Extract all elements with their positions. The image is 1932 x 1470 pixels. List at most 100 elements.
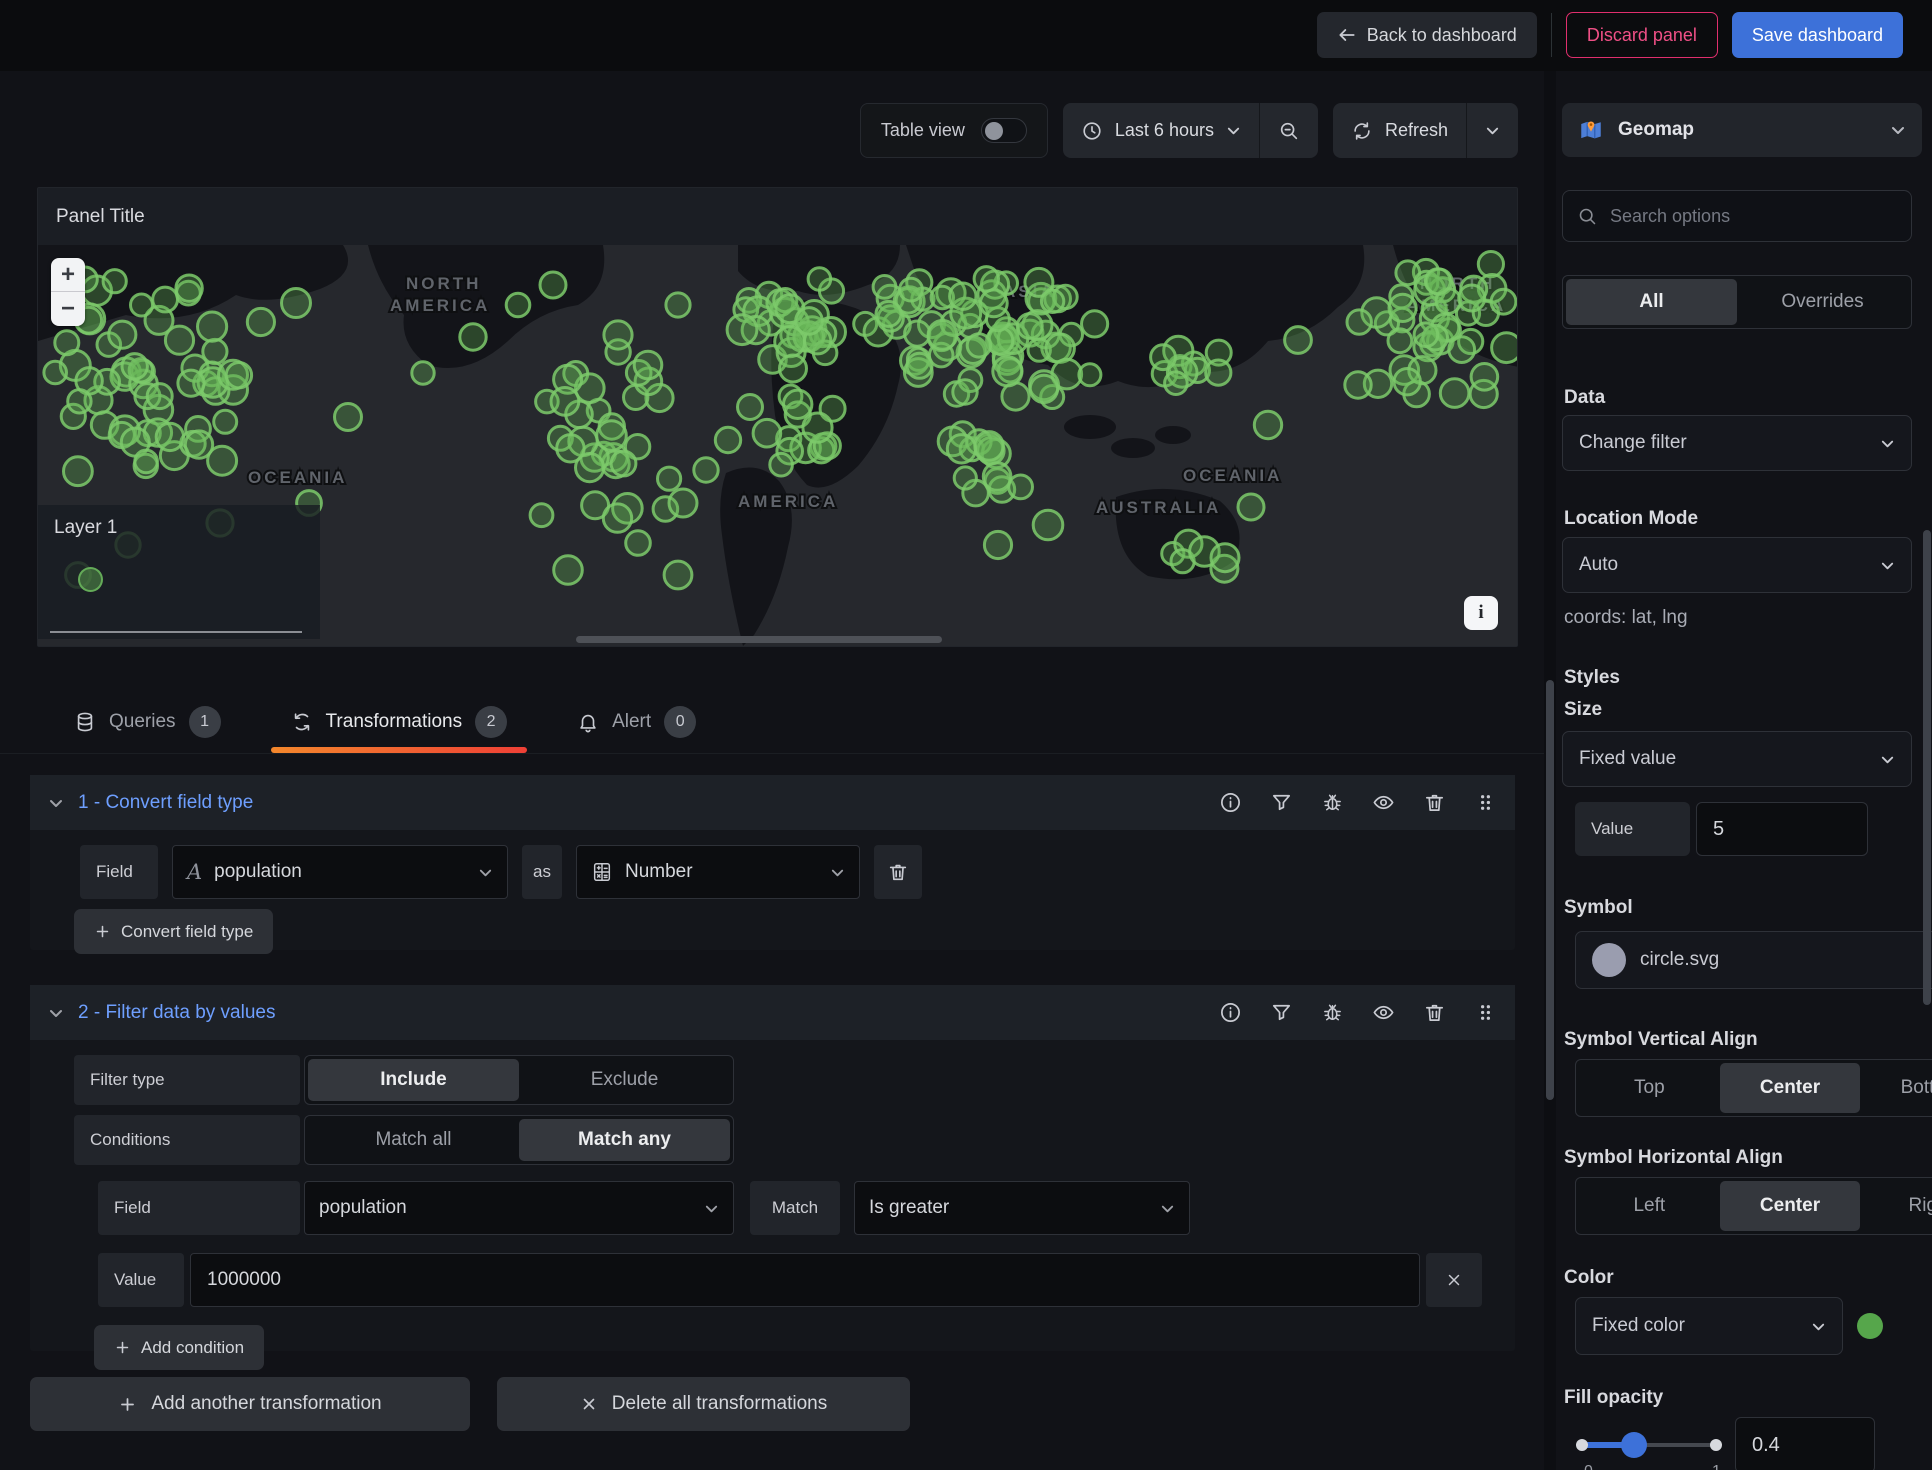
valign-center-option[interactable]: Center xyxy=(1720,1063,1861,1113)
fill-opacity-input[interactable] xyxy=(1735,1417,1875,1470)
add-another-transformation-button[interactable]: Add another transformation xyxy=(30,1377,470,1431)
size-value-input[interactable] xyxy=(1696,802,1868,856)
map-horizontal-scrollbar[interactable] xyxy=(576,636,942,643)
transformation-header[interactable]: 2 - Filter data by values xyxy=(30,985,1515,1040)
halign-left-option[interactable]: Left xyxy=(1579,1181,1720,1231)
time-range-button[interactable]: Last 6 hours xyxy=(1063,103,1259,158)
refresh-label: Refresh xyxy=(1385,120,1448,141)
tab-transformations[interactable]: Transformations 2 xyxy=(269,690,530,753)
delete-all-transformations-button[interactable]: Delete all transformations xyxy=(497,1377,910,1431)
tab-queries[interactable]: Queries 1 xyxy=(52,690,243,753)
filter-icon[interactable] xyxy=(1270,1001,1293,1024)
location-coords-note: coords: lat, lng xyxy=(1564,607,1688,629)
calculator-icon xyxy=(591,861,613,883)
transform-icon xyxy=(291,711,313,733)
eye-icon[interactable] xyxy=(1372,1001,1395,1024)
bell-icon xyxy=(577,711,599,733)
close-icon xyxy=(580,1395,598,1413)
map-zoom-in-button[interactable]: + xyxy=(51,258,85,292)
condition-value-input[interactable] xyxy=(190,1253,1420,1307)
back-to-dashboard-button[interactable]: Back to dashboard xyxy=(1317,12,1537,58)
map-zoom-out-button[interactable]: − xyxy=(51,292,85,326)
transformation-title[interactable]: 2 - Filter data by values xyxy=(78,1002,275,1024)
refresh-button[interactable]: Refresh xyxy=(1333,103,1466,158)
editor-column: Table view Last 6 hours xyxy=(0,71,1544,1470)
chevron-down-icon xyxy=(704,1201,719,1216)
operator-select[interactable]: Is greater xyxy=(854,1181,1190,1235)
conditions-segment: Match all Match any xyxy=(304,1115,734,1165)
save-dashboard-button[interactable]: Save dashboard xyxy=(1732,12,1903,58)
search-icon xyxy=(1577,206,1598,227)
plus-icon xyxy=(94,923,111,940)
info-icon[interactable] xyxy=(1219,791,1242,814)
slider-handle[interactable] xyxy=(1621,1432,1647,1458)
refresh-interval-button[interactable] xyxy=(1467,103,1518,158)
visualization-picker-button[interactable]: Geomap xyxy=(1562,103,1922,157)
halign-center-option[interactable]: Center xyxy=(1720,1181,1861,1231)
info-icon[interactable] xyxy=(1219,1001,1242,1024)
top-bar: Back to dashboard Discard panel Save das… xyxy=(0,0,1932,71)
trash-icon[interactable] xyxy=(1423,791,1446,814)
zoom-out-time-button[interactable] xyxy=(1260,103,1318,158)
fixed-color-swatch[interactable] xyxy=(1857,1313,1883,1339)
editor-scrollbar-thumb[interactable] xyxy=(1546,680,1554,1100)
type-select[interactable]: Number xyxy=(576,845,860,899)
condition-field-select[interactable]: population xyxy=(304,1181,734,1235)
grafana-panel-editor: Back to dashboard Discard panel Save das… xyxy=(0,0,1932,1470)
tab-all[interactable]: All xyxy=(1566,279,1737,325)
as-label: as xyxy=(522,845,562,899)
match-all-option[interactable]: Match all xyxy=(308,1119,519,1161)
filter-include-option[interactable]: Include xyxy=(308,1059,519,1101)
eye-icon[interactable] xyxy=(1372,791,1395,814)
legend-marker-icon xyxy=(78,567,103,592)
symbol-vertical-align-segment: Top Center Bottom xyxy=(1575,1059,1932,1117)
time-picker-group: Last 6 hours xyxy=(1063,103,1318,158)
geomap-canvas[interactable]: NORTHAMERICAASIAOCEANIAAMERICAOCEANIAAUS… xyxy=(38,245,1517,646)
fill-opacity-slider[interactable] xyxy=(1578,1441,1720,1449)
chevron-down-icon[interactable] xyxy=(48,1005,64,1021)
data-section-heading: Data xyxy=(1564,387,1605,409)
color-mode-value: Fixed color xyxy=(1592,1315,1685,1337)
chevron-down-icon xyxy=(1226,123,1241,138)
location-mode-select[interactable]: Auto xyxy=(1562,537,1912,593)
debug-icon[interactable] xyxy=(1321,791,1344,814)
halign-right-option[interactable]: Right xyxy=(1860,1181,1932,1231)
color-mode-select[interactable]: Fixed color xyxy=(1575,1297,1843,1355)
valign-bottom-option[interactable]: Bottom xyxy=(1860,1063,1932,1113)
value-label: Value xyxy=(98,1253,184,1307)
drag-handle-icon[interactable] xyxy=(1474,791,1497,814)
table-view-toggle[interactable] xyxy=(981,118,1027,143)
options-search-input[interactable] xyxy=(1610,206,1897,227)
drag-handle-icon[interactable] xyxy=(1474,1001,1497,1024)
debug-icon[interactable] xyxy=(1321,1001,1344,1024)
add-convert-field-type-button[interactable]: Convert field type xyxy=(74,909,273,954)
chevron-down-icon[interactable] xyxy=(48,795,64,811)
match-any-option[interactable]: Match any xyxy=(519,1119,730,1161)
size-mode-select[interactable]: Fixed value xyxy=(1562,731,1912,787)
string-field-icon: A xyxy=(187,860,202,884)
circle-symbol-icon xyxy=(1592,943,1626,977)
filter-exclude-option[interactable]: Exclude xyxy=(519,1059,730,1101)
sidebar-scrollbar-thumb[interactable] xyxy=(1923,530,1931,1005)
add-condition-button[interactable]: Add condition xyxy=(94,1325,264,1370)
map-attribution-button[interactable]: i xyxy=(1464,596,1498,630)
tab-alert[interactable]: Alert 0 xyxy=(555,690,718,753)
trash-icon[interactable] xyxy=(1423,1001,1446,1024)
field-select[interactable]: A population xyxy=(172,845,508,899)
transformation-header[interactable]: 1 - Convert field type xyxy=(30,775,1515,830)
panel-header[interactable]: Panel Title xyxy=(38,188,1517,245)
discard-panel-button[interactable]: Discard panel xyxy=(1566,12,1718,58)
data-filter-select[interactable]: Change filter xyxy=(1562,415,1912,471)
tab-overrides[interactable]: Overrides xyxy=(1737,279,1908,325)
size-heading: Size xyxy=(1564,699,1602,721)
legend-layer-title: Layer 1 xyxy=(54,517,117,539)
clear-condition-button[interactable] xyxy=(1426,1253,1482,1307)
svg-text:AUSTRALIA: AUSTRALIA xyxy=(1096,498,1221,517)
transformation-title[interactable]: 1 - Convert field type xyxy=(78,792,253,814)
delete-conversion-button[interactable] xyxy=(874,845,922,899)
valign-top-option[interactable]: Top xyxy=(1579,1063,1720,1113)
symbol-select[interactable]: circle.svg xyxy=(1575,931,1932,989)
chevron-down-icon xyxy=(1880,752,1895,767)
chevron-down-icon xyxy=(1485,123,1500,138)
filter-icon[interactable] xyxy=(1270,791,1293,814)
